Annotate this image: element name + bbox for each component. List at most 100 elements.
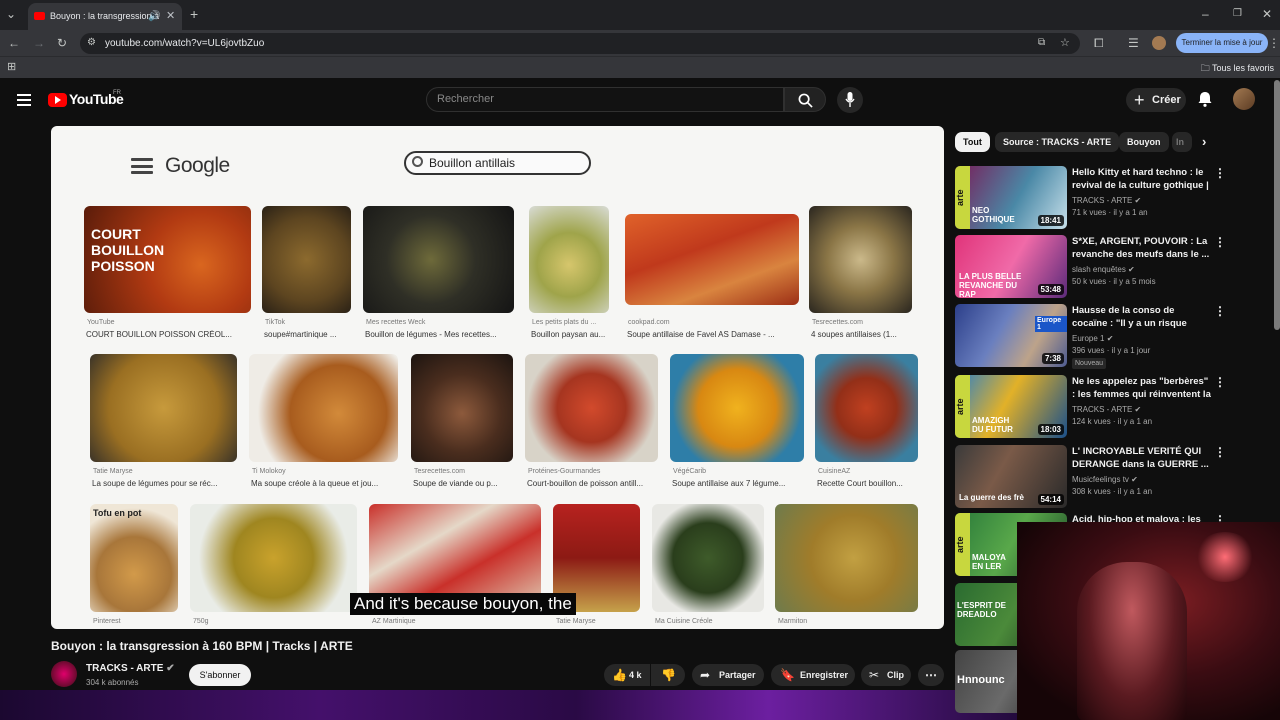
recommended-video[interactable]: Europe 1 7:38 Hausse de la conso de coca… xyxy=(955,304,1270,369)
site-info-icon[interactable]: ⚙ xyxy=(87,33,96,53)
more-vert-icon[interactable]: ⋮ xyxy=(1214,304,1226,318)
voice-search-button[interactable] xyxy=(837,87,863,113)
more-actions-button[interactable]: ⋯ xyxy=(918,664,944,686)
tab-close-icon[interactable]: ✕ xyxy=(166,3,175,30)
chip-bouyon[interactable]: Bouyon xyxy=(1119,132,1169,152)
video-title: Bouyon : la transgression à 160 BPM | Tr… xyxy=(51,639,353,653)
window-close-icon[interactable]: ✕ xyxy=(1262,4,1272,24)
video-thumbnail: LA PLUS BELLE REVANCHE DU RAP 53:48 xyxy=(955,235,1067,298)
maximize-icon[interactable]: ❐ xyxy=(1233,4,1242,24)
all-bookmarks-label: Tous les favoris xyxy=(1211,63,1274,73)
more-vert-icon[interactable]: ⋮ xyxy=(1214,375,1226,389)
video-thumbnail: La guerre des frè 54:14 xyxy=(955,445,1067,508)
extensions-icon[interactable]: ⧠ xyxy=(1094,33,1104,53)
more-horizontal-icon: ⋯ xyxy=(925,668,937,682)
google-search-icon xyxy=(412,156,423,167)
image-thumbnail xyxy=(670,354,804,462)
image-source: Les petits plats du ... xyxy=(532,319,597,326)
recommended-video[interactable]: La guerre des frè 54:14 L' INCROYABLE VE… xyxy=(955,445,1270,509)
bookmark-icon: 🔖 xyxy=(780,668,795,682)
more-vert-icon[interactable]: ⋮ xyxy=(1214,235,1226,249)
image-thumbnail xyxy=(190,504,357,612)
chip-partial[interactable]: In xyxy=(1172,132,1192,152)
speaker-icon[interactable]: 🔊 xyxy=(148,3,160,30)
recommended-video[interactable]: LA PLUS BELLE REVANCHE DU RAP 53:48 S*XE… xyxy=(955,235,1270,299)
notifications-bell-icon[interactable] xyxy=(1196,90,1214,108)
search-input[interactable]: Rechercher xyxy=(426,87,784,112)
image-thumbnail xyxy=(775,504,918,612)
tab-list-chevron-icon[interactable]: ⌄ xyxy=(6,4,16,24)
search-button[interactable] xyxy=(784,87,826,112)
video-title: S*XE, ARGENT, POUVOIR : La revanche des … xyxy=(1072,236,1210,260)
save-button[interactable]: 🔖 Enregistrer xyxy=(771,664,855,686)
bookmarks-bar: ⊞ 🗀 Tous les favoris xyxy=(0,56,1280,78)
image-source: 750g xyxy=(193,618,209,625)
more-vert-icon[interactable]: ⋮ xyxy=(1214,166,1226,180)
thumbnail-text: LA PLUS BELLE REVANCHE DU RAP xyxy=(959,272,1022,298)
share-button[interactable]: ➦ Partager xyxy=(692,664,764,686)
back-icon[interactable]: ← xyxy=(8,33,20,53)
reading-list-icon[interactable]: ☰ xyxy=(1128,33,1139,53)
minimize-icon[interactable]: – xyxy=(1202,4,1209,24)
apps-grid-icon[interactable]: ⊞ xyxy=(7,57,16,77)
youtube-logo-icon[interactable] xyxy=(48,93,67,107)
channel-name: TRACKS - ARTE ✔ xyxy=(1072,405,1142,414)
chip-source[interactable]: Source : TRACKS - ARTE xyxy=(995,132,1120,152)
youtube-favicon-icon xyxy=(34,12,45,20)
channel-name[interactable]: TRACKS - ARTE ✔ xyxy=(86,663,175,674)
channel-name: TRACKS - ARTE ✔ xyxy=(1072,196,1142,205)
image-title: Bouillon de légumes - Mes recettes... xyxy=(365,330,497,339)
chips-next-chevron-icon[interactable]: › xyxy=(1202,134,1206,149)
verified-icon: ✔ xyxy=(166,663,175,674)
channel-name-text: TRACKS - ARTE xyxy=(1072,405,1133,414)
dislike-button[interactable]: 👎 xyxy=(651,664,685,686)
image-source: Tesrecettes.com xyxy=(414,468,465,475)
forward-icon[interactable]: → xyxy=(33,33,45,53)
browser-tab[interactable]: Bouyon : la transgression à 🔊 ✕ xyxy=(28,3,182,30)
bookmark-star-icon[interactable]: ☆ xyxy=(1060,33,1070,53)
image-thumbnail xyxy=(363,206,514,313)
recommended-video[interactable]: arte NEO GOTHIQUE 18:41 Hello Kitty et h… xyxy=(955,166,1270,230)
video-player[interactable]: Google Bouillon antillais COURT BOUILLON… xyxy=(51,126,944,629)
profile-avatar[interactable] xyxy=(1152,36,1166,50)
duration-badge: 18:03 xyxy=(1037,424,1064,435)
new-tab-button[interactable]: + xyxy=(190,4,198,24)
hamburger-menu-icon[interactable] xyxy=(17,94,31,106)
webcam-overlay xyxy=(1017,522,1280,720)
more-vert-icon[interactable]: ⋮ xyxy=(1214,445,1226,459)
channel-name: slash enquêtes ✔ xyxy=(1072,265,1135,274)
image-thumbnail xyxy=(262,206,351,313)
create-button[interactable]: + Créer xyxy=(1126,88,1186,112)
clip-button[interactable]: ✂ Clip xyxy=(861,664,911,686)
duration-badge: 54:14 xyxy=(1037,494,1064,505)
reload-icon[interactable]: ↻ xyxy=(57,33,67,53)
duration-badge: 18:41 xyxy=(1037,215,1064,226)
image-title: Ma soupe créole à la queue et jou... xyxy=(251,479,379,488)
subscribe-button[interactable]: S'abonner xyxy=(189,664,251,686)
video-title: L' INCROYABLE VERITÉ QUI DERANGE dans la… xyxy=(1072,446,1209,470)
install-app-icon[interactable]: ⧉ xyxy=(1038,33,1045,53)
image-source: VégéCarib xyxy=(673,468,707,475)
channel-name-text: TRACKS - ARTE xyxy=(86,663,164,674)
update-button[interactable]: Terminer la mise à jour xyxy=(1176,33,1268,53)
all-bookmarks-link[interactable]: 🗀 Tous les favoris xyxy=(1201,57,1274,79)
google-menu-icon xyxy=(131,158,153,174)
video-thumbnail: arte NEO GOTHIQUE 18:41 xyxy=(955,166,1067,229)
browser-menu-icon[interactable]: ⋮ xyxy=(1268,33,1280,53)
image-title: Bouillon paysan au... xyxy=(531,330,606,339)
recommended-video[interactable]: arte AMAZIGH DU FUTUR 18:03 Ne les appel… xyxy=(955,375,1270,439)
user-avatar[interactable] xyxy=(1233,88,1255,110)
image-title: soupe#martinique ... xyxy=(264,330,337,339)
image-thumbnail xyxy=(652,504,764,612)
chip-all[interactable]: Tout xyxy=(955,132,990,152)
channel-avatar[interactable] xyxy=(51,661,77,687)
image-title: Soupe antillaise de Favel AS Damase - ..… xyxy=(627,330,775,339)
url-field[interactable]: ⚙ youtube.com/watch?v=UL6jovtbZuo ⧉ ☆ xyxy=(80,33,1080,54)
image-title: La soupe de légumes pour se réc... xyxy=(92,479,218,488)
video-title: Hausse de la conso de cocaïne : "Il y a … xyxy=(1072,305,1187,329)
like-button[interactable]: 👍 4 k xyxy=(604,664,650,686)
page-scrollbar[interactable] xyxy=(1274,80,1280,330)
video-thumbnail: arte AMAZIGH DU FUTUR 18:03 xyxy=(955,375,1067,438)
duration-badge: 7:38 xyxy=(1041,353,1064,364)
thumbnail-text: Hnnounc xyxy=(957,674,1005,686)
